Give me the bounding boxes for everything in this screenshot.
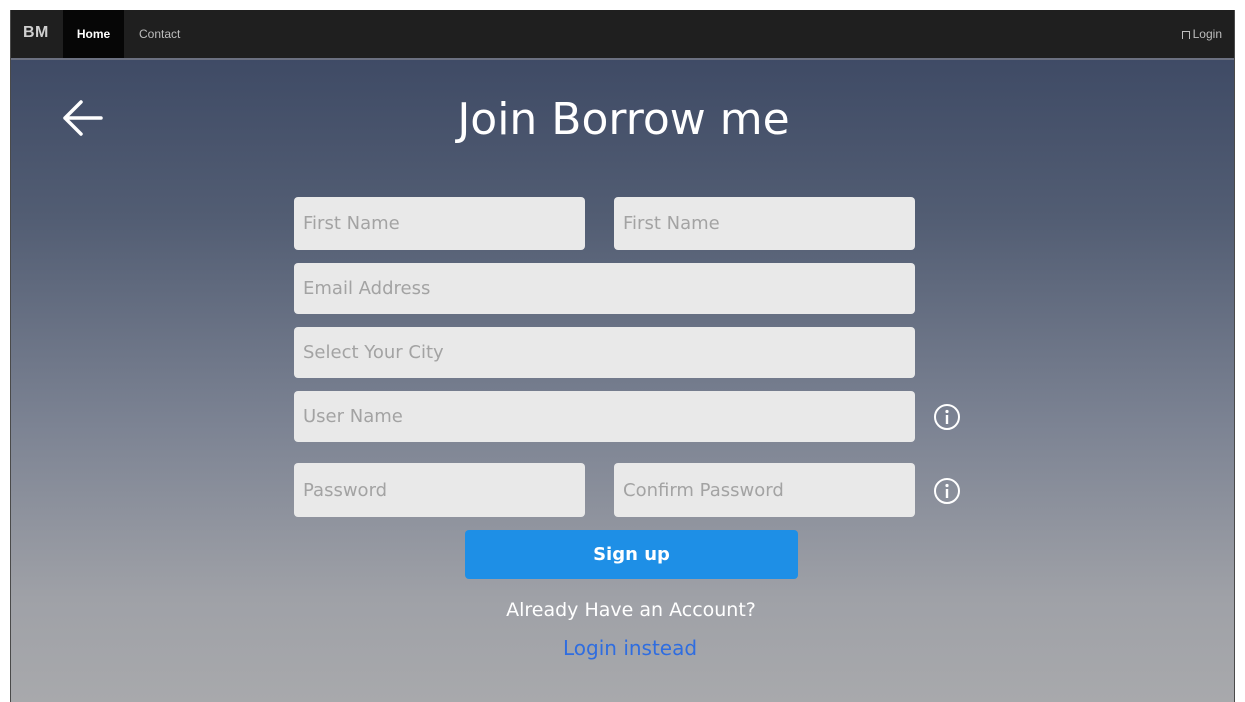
username-info-icon[interactable] <box>932 402 962 432</box>
last-name-input[interactable] <box>614 197 915 250</box>
password-info-icon[interactable] <box>932 476 962 506</box>
nav-home-link[interactable]: Home <box>63 10 124 58</box>
signup-button[interactable]: Sign up <box>465 530 798 579</box>
first-name-input[interactable] <box>294 197 585 250</box>
already-account-text: Already Have an Account? <box>506 599 756 621</box>
login-instead-link[interactable]: Login instead <box>563 636 697 660</box>
nav-login-label: Login <box>1192 27 1222 41</box>
page-title: Join Borrow me <box>457 94 790 145</box>
email-input[interactable] <box>294 263 915 314</box>
top-navbar: BM Home Contact Login <box>11 10 1234 60</box>
nav-contact-link[interactable]: Contact <box>139 27 180 41</box>
nav-login-link[interactable]: Login <box>1181 27 1222 41</box>
password-input[interactable] <box>294 463 585 517</box>
login-icon <box>1181 31 1190 39</box>
confirm-password-input[interactable] <box>614 463 915 517</box>
city-select[interactable] <box>294 327 915 378</box>
username-input[interactable] <box>294 391 915 442</box>
app-frame: BM Home Contact Login Join Borrow me Sig… <box>10 10 1235 702</box>
brand-logo[interactable]: BM <box>23 24 49 42</box>
